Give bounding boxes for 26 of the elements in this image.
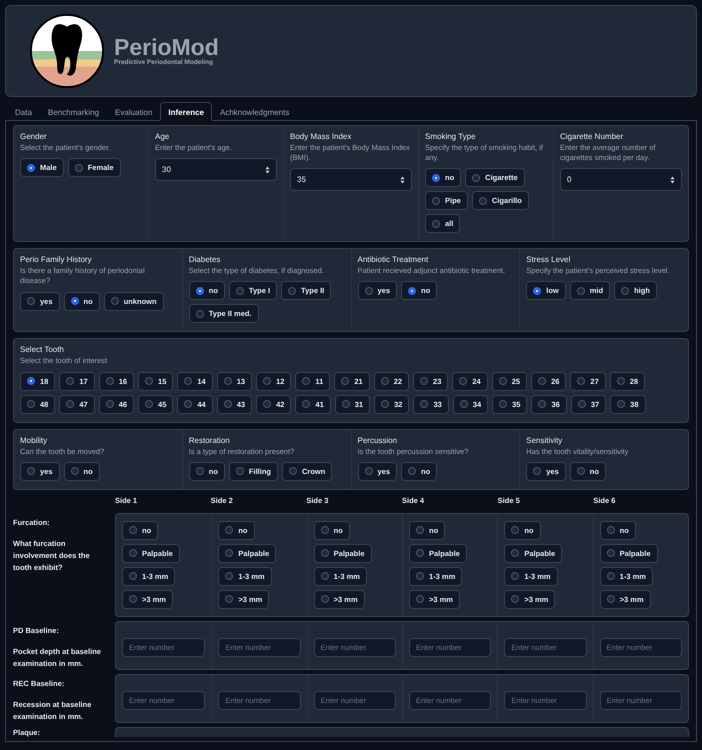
spinner-icon — [265, 166, 270, 174]
app-title: PerioMod — [114, 36, 219, 59]
field-label: Cigarette Number — [560, 132, 624, 141]
tab[interactable]: Data — [7, 102, 40, 121]
field-label: Antibiotic Treatment — [358, 255, 430, 264]
tab[interactable]: Inference — [160, 102, 212, 121]
field-label: Sensitivity — [526, 436, 564, 444]
field-label: Stress Level — [526, 255, 572, 264]
field-label: Diabetes — [188, 255, 222, 264]
field-label: Gender — [20, 132, 48, 141]
spinner-icon — [670, 176, 675, 184]
field-label: Age — [155, 132, 170, 141]
spinner-icon — [400, 176, 405, 184]
field-label: Percussion — [358, 436, 398, 444]
number-field[interactable]: 35 — [290, 168, 412, 192]
field-label: Smoking Type — [425, 132, 477, 141]
field-label: Body Mass Index — [290, 132, 352, 141]
field-label: Select Tooth — [20, 345, 65, 354]
tab[interactable]: Evaluation — [107, 102, 160, 121]
field-label: Restoration — [188, 436, 231, 444]
number-field[interactable]: 0 — [560, 168, 682, 192]
field-label: Mobility — [20, 436, 48, 444]
number-field[interactable]: 30 — [155, 158, 277, 182]
field-label: Perio Family History — [20, 255, 93, 264]
tab[interactable]: Benchmarking — [40, 102, 108, 121]
tab[interactable]: Achknowledgments — [212, 102, 298, 121]
